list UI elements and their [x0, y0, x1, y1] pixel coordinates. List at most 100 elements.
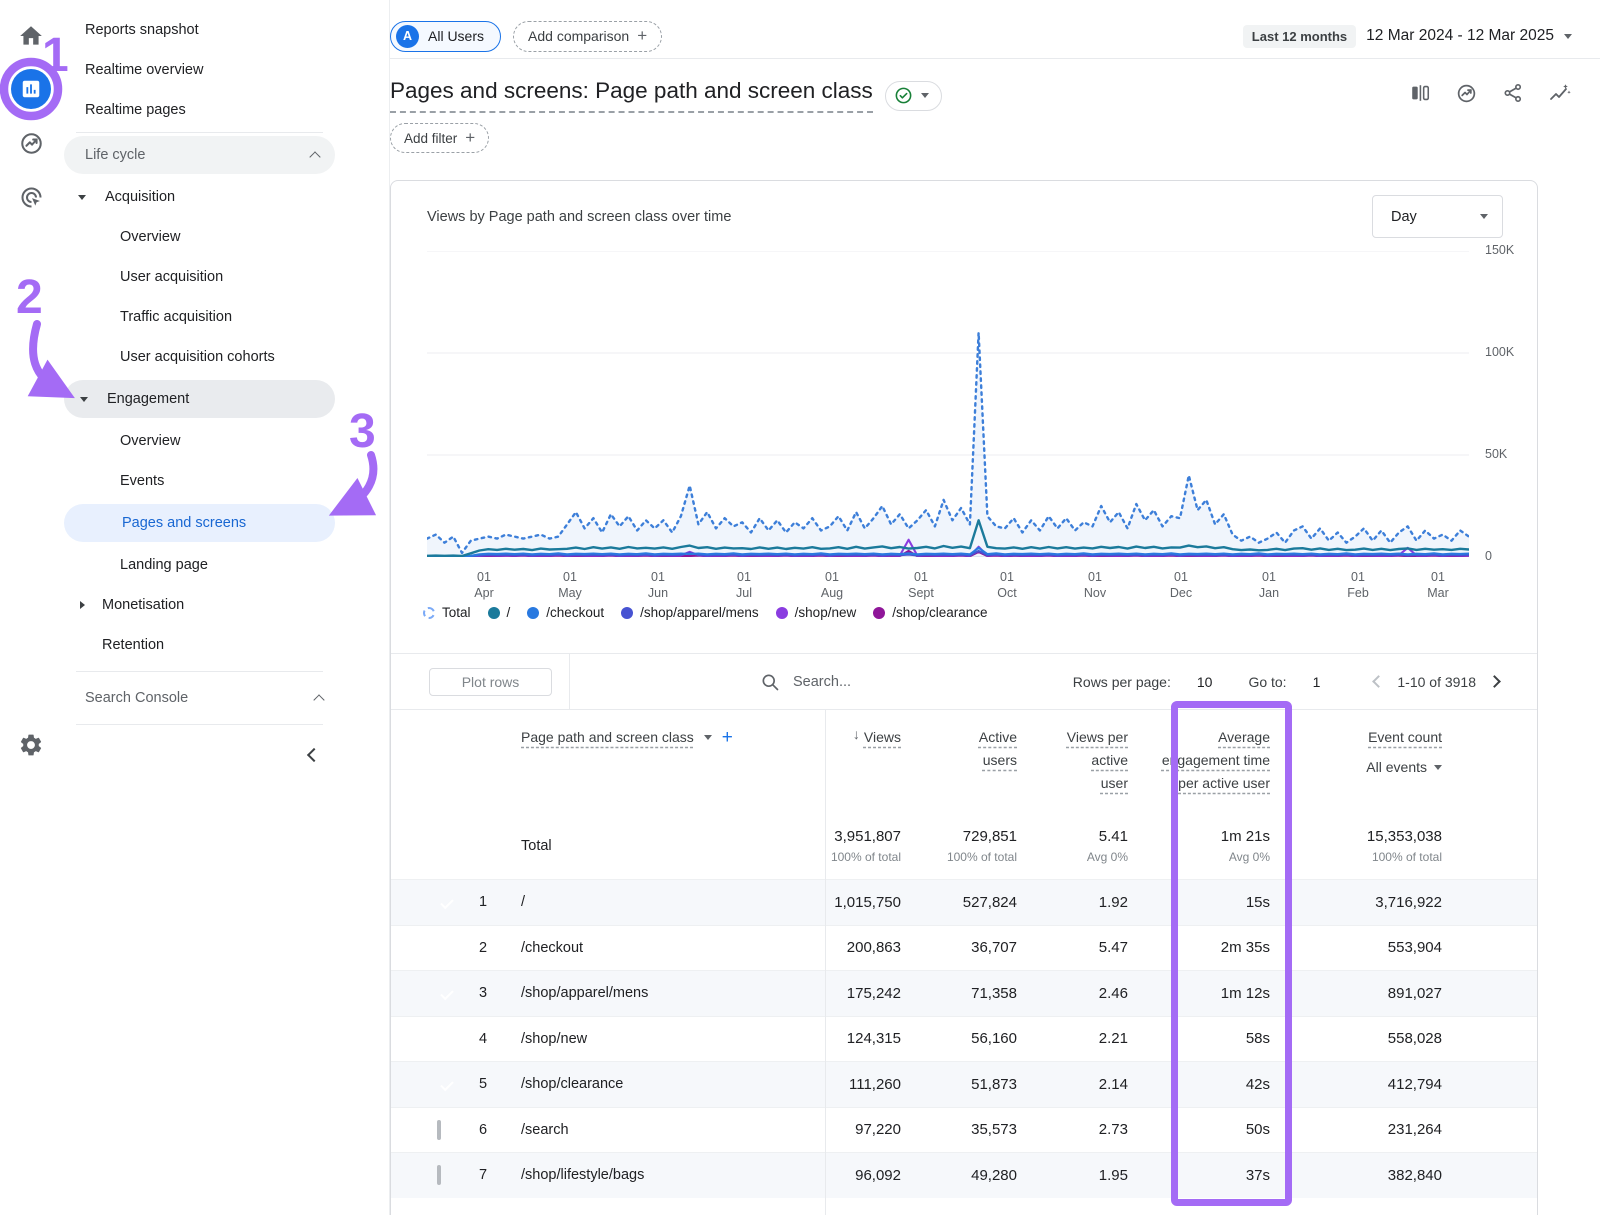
legend-label: /checkout	[546, 605, 604, 620]
sidebar-item-user-acquisition-cohorts[interactable]: User acquisition cohorts	[62, 337, 389, 377]
active-users-cell: 51,873	[901, 1076, 1017, 1093]
event-count-column-header[interactable]: Event count All events	[1292, 726, 1442, 775]
pagination-controls: Rows per page: 10 Go to: 1 1-10 of 3918	[1073, 674, 1499, 690]
legend-item[interactable]: /shop/apparel/mens	[621, 605, 759, 620]
legend-item[interactable]: Total	[423, 605, 471, 620]
collapse-sidebar-icon[interactable]	[309, 748, 319, 764]
x-tick-label: 01 Jan	[1259, 569, 1279, 601]
legend-item[interactable]: /shop/clearance	[873, 605, 987, 620]
page-path-cell: /search	[501, 1122, 771, 1138]
total-avg-engagement: 1m 21sAvg 0%	[1128, 828, 1292, 864]
section-life-cycle[interactable]: Life cycle	[64, 136, 335, 174]
add-comparison-button[interactable]: Add comparison +	[513, 21, 662, 52]
sidebar-item-landing-page[interactable]: Landing page	[62, 545, 389, 585]
views-cell: 175,242	[771, 985, 901, 1002]
next-page-icon[interactable]	[1488, 675, 1501, 688]
dimension-header-label: Page path and screen class	[521, 726, 694, 749]
y-tick-label: 50K	[1485, 447, 1507, 461]
section-search-console[interactable]: Search Console	[62, 674, 389, 722]
views-per-active-user-column-header[interactable]: Views per active user	[1017, 726, 1128, 795]
plus-icon: +	[637, 26, 647, 46]
sidebar-item-retention[interactable]: Retention	[62, 625, 389, 665]
explore-icon[interactable]	[11, 123, 51, 163]
row-checkbox[interactable]	[437, 1165, 441, 1185]
y-tick-label: 0	[1485, 549, 1492, 563]
legend-label: /	[507, 605, 511, 620]
views-cell: 1,015,750	[771, 894, 901, 911]
share-icon[interactable]	[1502, 82, 1524, 109]
settings-gear-icon[interactable]	[11, 725, 51, 765]
legend-item[interactable]: /shop/new	[776, 605, 857, 620]
active-users-cell: 527,824	[901, 894, 1017, 911]
customize-report-icon[interactable]	[1409, 82, 1431, 109]
sidebar-item-label: User acquisition	[120, 269, 223, 285]
page-path-cell: /	[501, 894, 771, 910]
avg-engagement-cell: 42s	[1128, 1076, 1292, 1093]
avg-engagement-cell: 2m 35s	[1128, 939, 1292, 956]
avg-engagement-cell: 37s	[1128, 1167, 1292, 1184]
sidebar-item-eng-overview[interactable]: Overview	[62, 421, 389, 461]
views-cell: 96,092	[771, 1167, 901, 1184]
chart-title: Views by Page path and screen class over…	[427, 209, 731, 225]
line-chart[interactable]	[427, 251, 1469, 557]
add-comparison-label: Add comparison	[528, 28, 629, 44]
active-users-column-header[interactable]: Active users	[901, 726, 1017, 772]
page-path-cell: /shop/apparel/mens	[501, 985, 771, 1001]
add-dimension-icon[interactable]: +	[722, 727, 733, 749]
prev-page-icon[interactable]	[1373, 675, 1386, 688]
sidebar-item-acq-overview[interactable]: Overview	[62, 217, 389, 257]
vpau-cell: 1.92	[1017, 894, 1128, 911]
advertising-icon[interactable]	[11, 177, 51, 217]
reports-icon[interactable]	[11, 69, 51, 109]
segment-label: All Users	[428, 28, 484, 44]
event-filter-dropdown[interactable]: All events	[1292, 759, 1442, 775]
search-input[interactable]	[793, 674, 1013, 690]
vpau-cell: 2.73	[1017, 1121, 1128, 1138]
legend-item[interactable]: /checkout	[527, 605, 604, 620]
sidebar-item-traffic-acquisition[interactable]: Traffic acquisition	[62, 297, 389, 337]
sidebar-item-engagement[interactable]: Engagement	[64, 380, 335, 418]
active-users-cell: 56,160	[901, 1030, 1017, 1047]
divider	[76, 724, 323, 725]
table-row: 7/shop/lifestyle/bags96,09249,2801.9537s…	[391, 1152, 1537, 1198]
sidebar-item-realtime-overview[interactable]: Realtime overview	[62, 50, 389, 90]
reports-sidebar: Reports snapshot Realtime overview Realt…	[62, 0, 390, 1215]
insights-icon[interactable]	[1548, 81, 1572, 110]
page-range: 1-10 of 3918	[1397, 674, 1476, 690]
date-range-picker[interactable]: Last 12 months 12 Mar 2024 - 12 Mar 2025	[1243, 25, 1572, 48]
granularity-select[interactable]: Day	[1372, 195, 1503, 238]
sidebar-item-reports-snapshot[interactable]: Reports snapshot	[62, 10, 389, 50]
goto-input[interactable]: 1	[1313, 674, 1321, 690]
table-row: 1/1,015,750527,8241.9215s3,716,922	[391, 879, 1537, 925]
y-tick-label: 100K	[1485, 345, 1514, 359]
add-filter-button[interactable]: Add filter +	[390, 123, 489, 153]
sidebar-item-acquisition[interactable]: Acquisition	[62, 177, 389, 217]
home-icon[interactable]	[11, 16, 51, 56]
views-header-label: Views	[864, 726, 901, 749]
sidebar-item-user-acquisition[interactable]: User acquisition	[62, 257, 389, 297]
avg-engagement-column-header[interactable]: Average engagement time per active user	[1128, 726, 1292, 795]
sidebar-item-events[interactable]: Events	[62, 461, 389, 501]
sidebar-item-realtime-pages[interactable]: Realtime pages	[62, 90, 389, 130]
event-count-cell: 553,904	[1292, 939, 1442, 956]
legend-item[interactable]: /	[488, 605, 511, 620]
row-number: 5	[465, 1076, 501, 1092]
row-checkbox[interactable]	[437, 1120, 441, 1140]
views-column-header[interactable]: ↓ Views	[771, 726, 901, 749]
dimension-header[interactable]: Page path and screen class +	[501, 726, 771, 749]
anomaly-detection-icon[interactable]	[1455, 82, 1478, 110]
chevron-down-icon	[704, 735, 712, 740]
report-card: Views by Page path and screen class over…	[390, 180, 1538, 1215]
x-tick-label: 01 Mar	[1427, 569, 1449, 601]
vpau-cell: 5.47	[1017, 939, 1128, 956]
x-tick-label: 01 Oct	[997, 569, 1016, 601]
sidebar-item-pages-and-screens[interactable]: Pages and screens	[64, 504, 335, 542]
rows-per-page-value[interactable]: 10	[1197, 674, 1213, 690]
x-tick-label: 01 Nov	[1084, 569, 1106, 601]
all-users-segment-chip[interactable]: A All Users	[390, 21, 501, 52]
table-row: 3/shop/apparel/mens175,24271,3582.461m 1…	[391, 970, 1537, 1016]
report-status-menu[interactable]	[885, 81, 942, 111]
plot-rows-button[interactable]: Plot rows	[429, 668, 552, 696]
legend-label: Total	[442, 605, 471, 620]
sidebar-item-monetisation[interactable]: Monetisation	[62, 585, 389, 625]
